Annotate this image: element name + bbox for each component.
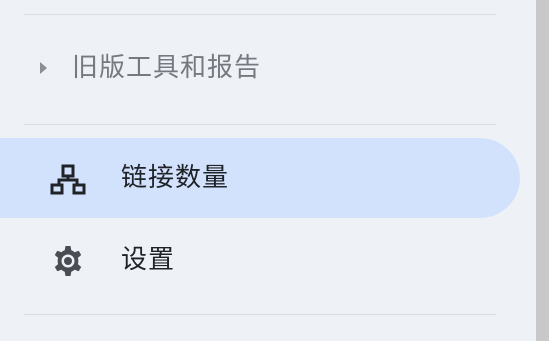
divider-top (24, 14, 496, 15)
sitemap-icon (50, 164, 86, 195)
divider-middle (24, 124, 496, 125)
sidebar-item-label: 链接数量 (121, 163, 230, 193)
gear-icon (54, 246, 82, 276)
sidebar-nav: 旧版工具和报告 链接数量 设置 (0, 0, 536, 341)
legacy-tools-reports-label: 旧版工具和报告 (72, 53, 262, 83)
legacy-tools-reports-toggle[interactable]: 旧版工具和报告 (0, 36, 520, 100)
scrollbar[interactable] (536, 0, 549, 341)
caret-right-icon (40, 62, 47, 74)
sidebar-item-settings[interactable]: 设置 (0, 220, 520, 300)
divider-bottom (24, 314, 496, 315)
sidebar-item-links[interactable]: 链接数量 (0, 138, 520, 218)
sidebar-item-label: 设置 (121, 245, 176, 275)
